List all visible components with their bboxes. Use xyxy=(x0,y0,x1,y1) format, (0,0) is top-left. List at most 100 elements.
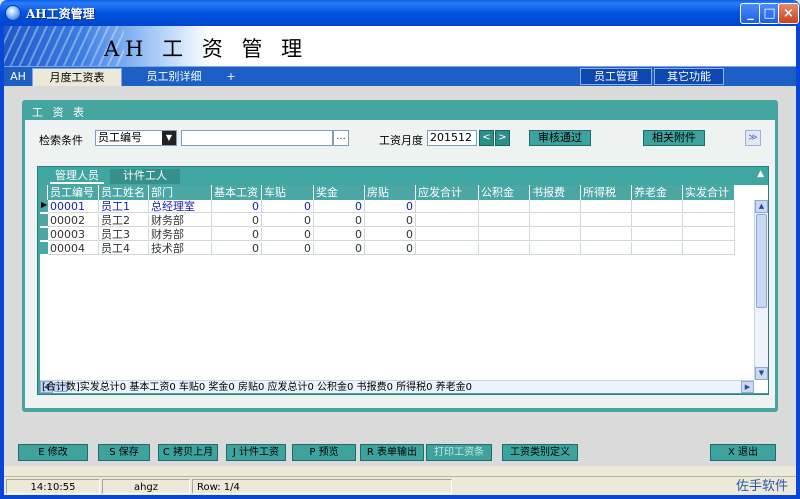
preview-button[interactable]: P 预览 xyxy=(292,444,356,461)
month-input[interactable]: 201512 xyxy=(427,130,477,146)
col-header-house[interactable]: 房贴 xyxy=(365,185,416,200)
collapse-icon[interactable]: ≫ xyxy=(745,130,761,146)
cell-fund[interactable] xyxy=(479,228,530,241)
tab-employee-management[interactable]: 员工管理 xyxy=(580,68,652,85)
tab-other-functions[interactable]: 其它功能 xyxy=(654,68,724,85)
cell-name[interactable]: 员工2 xyxy=(99,214,149,227)
grid-menu-icon[interactable]: ▲ xyxy=(757,169,764,179)
edit-button[interactable]: E 修改 xyxy=(18,444,88,461)
approve-button[interactable]: 审核通过 xyxy=(529,130,591,146)
col-header-net[interactable]: 实发合计 xyxy=(683,185,735,200)
cell-net[interactable] xyxy=(683,214,735,227)
cell-bonus[interactable]: 0 xyxy=(314,200,365,213)
vertical-scrollbar[interactable]: ▲ ▼ xyxy=(754,200,768,380)
cell-id[interactable]: 00004 xyxy=(48,242,99,255)
tab-monthly-salary[interactable]: 月度工资表 xyxy=(32,68,122,86)
cell-house[interactable]: 0 xyxy=(365,214,416,227)
col-header-id[interactable]: 员工编号 xyxy=(48,185,99,200)
cell-base[interactable]: 0 xyxy=(212,228,262,241)
col-header-car[interactable]: 车贴 xyxy=(262,185,314,200)
cell-house[interactable]: 0 xyxy=(365,228,416,241)
cell-base[interactable]: 0 xyxy=(212,214,262,227)
cell-bonus[interactable]: 0 xyxy=(314,242,365,255)
next-month-button[interactable]: > xyxy=(495,130,510,146)
cell-net[interactable] xyxy=(683,200,735,213)
browse-button[interactable]: ... xyxy=(333,130,349,146)
cell-id[interactable]: 00001 xyxy=(48,200,99,213)
print-payslip-button[interactable]: 打印工资条 xyxy=(426,444,492,461)
cell-name[interactable]: 员工3 xyxy=(99,228,149,241)
form-output-button[interactable]: R 表单输出 xyxy=(360,444,424,461)
tab-ah[interactable]: AH xyxy=(6,68,30,86)
cell-gross[interactable] xyxy=(416,214,479,227)
cell-id[interactable]: 00002 xyxy=(48,214,99,227)
search-input[interactable] xyxy=(181,130,333,146)
salary-category-button[interactable]: 工资类别定义 xyxy=(502,444,578,461)
cell-house[interactable]: 0 xyxy=(365,242,416,255)
cell-dept[interactable]: 总经理室 xyxy=(149,200,212,213)
scroll-down-icon[interactable]: ▼ xyxy=(755,367,768,380)
cell-books[interactable] xyxy=(530,200,581,213)
cell-name[interactable]: 员工4 xyxy=(99,242,149,255)
scroll-right-icon[interactable]: ▶ xyxy=(741,381,754,393)
cell-pension[interactable] xyxy=(632,214,683,227)
col-header-tax[interactable]: 所得税 xyxy=(581,185,632,200)
scroll-up-icon[interactable]: ▲ xyxy=(755,200,768,213)
cell-fund[interactable] xyxy=(479,214,530,227)
cell-gross[interactable] xyxy=(416,242,479,255)
search-field-select[interactable]: 员工编号 ▼ xyxy=(95,130,177,146)
col-header-name[interactable]: 员工姓名 xyxy=(99,185,149,200)
cell-house[interactable]: 0 xyxy=(365,200,416,213)
exit-button[interactable]: X 退出 xyxy=(710,444,776,461)
minimize-button[interactable]: _ xyxy=(740,3,761,24)
cell-dept[interactable]: 财务部 xyxy=(149,214,212,227)
col-header-dept[interactable]: 部门 xyxy=(149,185,212,200)
cell-car[interactable]: 0 xyxy=(262,228,314,241)
save-button[interactable]: S 保存 xyxy=(98,444,150,461)
col-header-gross[interactable]: 应发合计 xyxy=(416,185,479,200)
maximize-button[interactable]: □ xyxy=(759,3,780,24)
cell-pension[interactable] xyxy=(632,200,683,213)
cell-books[interactable] xyxy=(530,228,581,241)
cell-car[interactable]: 0 xyxy=(262,200,314,213)
subtab-piece-workers[interactable]: 计件工人 xyxy=(110,169,180,184)
cell-bonus[interactable]: 0 xyxy=(314,214,365,227)
cell-books[interactable] xyxy=(530,214,581,227)
col-header-base[interactable]: 基本工资 xyxy=(212,185,262,200)
cell-pension[interactable] xyxy=(632,228,683,241)
cell-tax[interactable] xyxy=(581,214,632,227)
cell-tax[interactable] xyxy=(581,200,632,213)
cell-tax[interactable] xyxy=(581,228,632,241)
cell-car[interactable]: 0 xyxy=(262,242,314,255)
cell-net[interactable] xyxy=(683,242,735,255)
tab-employee-detail[interactable]: 员工别详细 xyxy=(126,68,222,86)
cell-id[interactable]: 00003 xyxy=(48,228,99,241)
tab-add[interactable]: + xyxy=(222,68,240,86)
col-header-fund[interactable]: 公积金 xyxy=(479,185,530,200)
cell-bonus[interactable]: 0 xyxy=(314,228,365,241)
cell-tax[interactable] xyxy=(581,242,632,255)
cell-gross[interactable] xyxy=(416,200,479,213)
cell-dept[interactable]: 技术部 xyxy=(149,242,212,255)
piece-wage-button[interactable]: J 计件工资 xyxy=(226,444,286,461)
cell-name[interactable]: 员工1 xyxy=(99,200,149,213)
chevron-down-icon[interactable]: ▼ xyxy=(162,131,176,145)
cell-fund[interactable] xyxy=(479,200,530,213)
close-button[interactable]: × xyxy=(778,3,799,24)
cell-gross[interactable] xyxy=(416,228,479,241)
copy-last-month-button[interactable]: C 拷贝上月 xyxy=(158,444,218,461)
scroll-thumb[interactable] xyxy=(756,214,767,308)
prev-month-button[interactable]: < xyxy=(479,130,494,146)
col-header-bonus[interactable]: 奖金 xyxy=(314,185,365,200)
col-header-pension[interactable]: 养老金 xyxy=(632,185,683,200)
cell-car[interactable]: 0 xyxy=(262,214,314,227)
cell-dept[interactable]: 财务部 xyxy=(149,228,212,241)
cell-books[interactable] xyxy=(530,242,581,255)
col-header-books[interactable]: 书报费 xyxy=(530,185,581,200)
cell-net[interactable] xyxy=(683,228,735,241)
cell-base[interactable]: 0 xyxy=(212,242,262,255)
attachments-button[interactable]: 相关附件 xyxy=(643,130,705,146)
cell-pension[interactable] xyxy=(632,242,683,255)
cell-fund[interactable] xyxy=(479,242,530,255)
cell-base[interactable]: 0 xyxy=(212,200,262,213)
